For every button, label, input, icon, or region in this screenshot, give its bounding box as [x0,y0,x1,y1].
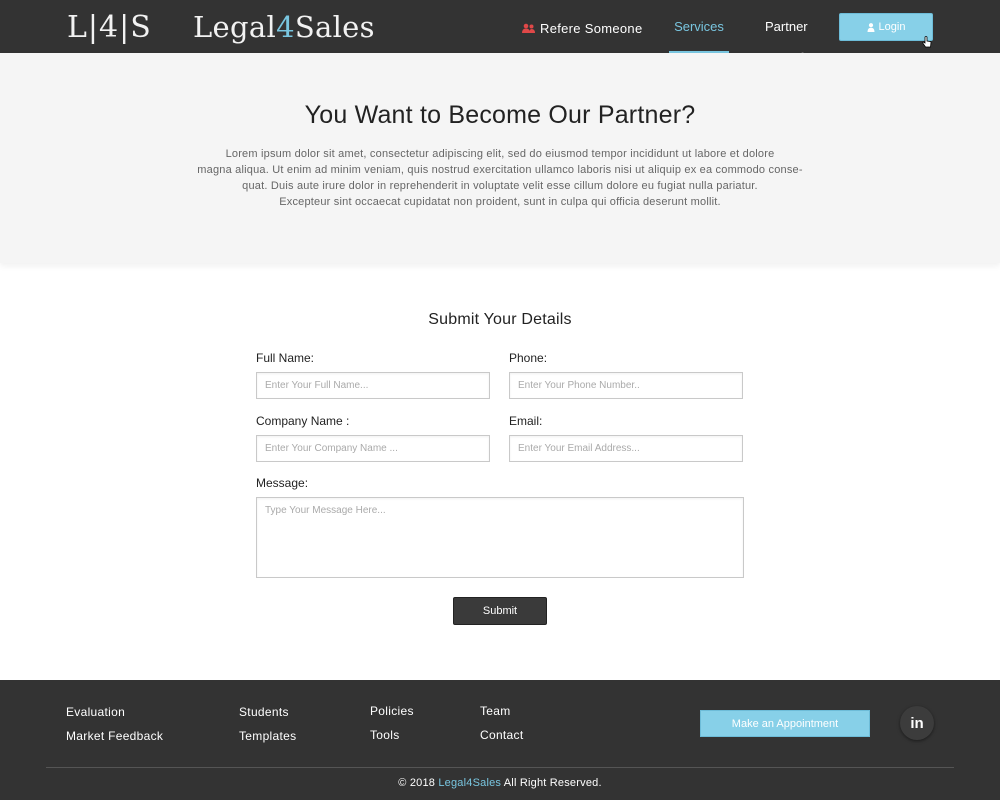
nav-refer-someone[interactable]: Refere Someone [522,19,642,37]
logo-text-prefix: Legal [193,10,277,44]
footer-link-market-feedback[interactable]: Market Feedback [66,729,163,743]
copyright-suffix: All Right Reserved. [501,777,602,789]
copyright-prefix: © 2018 [398,777,439,789]
email-label: Email: [509,414,543,428]
hero-description-line: magna aliqua. Ut enim ad minim veniam, q… [197,164,803,176]
full-name-label: Full Name: [256,351,315,365]
hero-description: Lorem ipsum dolor sit amet, consectetur … [196,146,804,210]
hand-cursor-icon [922,36,932,48]
make-appointment-button[interactable]: Make an Appointment [700,710,870,737]
form-title: Submit Your Details [428,311,572,328]
footer-link-contact[interactable]: Contact [480,728,523,742]
company-name-label: Company Name : [256,414,350,428]
message-label: Message: [256,476,309,490]
message-textarea[interactable] [256,497,744,578]
phone-label: Phone: [509,351,548,365]
hero-description-line: Lorem ipsum dolor sit amet, consectetur … [225,148,775,160]
copyright-brand-link[interactable]: Legal4Sales [438,777,501,789]
footer-link-tools[interactable]: Tools [370,728,400,742]
logo-text-accent: 4 [276,10,295,44]
footer-link-policies[interactable]: Policies [370,704,414,718]
phone-input[interactable] [509,372,743,399]
footer: Evaluation Market Feedback Students Temp… [0,680,1000,800]
nav-services[interactable]: Services [669,0,729,53]
footer-link-templates[interactable]: Templates [239,729,296,743]
top-navbar: L|4|S Legal4Sales Refere Someone Service… [0,0,1000,53]
footer-link-students[interactable]: Students [239,705,289,719]
footer-divider [46,767,954,768]
company-name-input[interactable] [256,435,490,462]
hero-description-line: quat. Duis aute irure dolor in reprehend… [242,180,758,192]
login-label: Login [878,21,906,33]
nav-partner[interactable]: Partner [765,19,808,34]
login-button[interactable]: Login [839,13,933,41]
hero-title: You Want to Become Our Partner? [304,101,696,129]
logo-wordmark[interactable]: Legal4Sales [193,10,375,44]
logo-text-suffix: Sales [294,10,375,44]
footer-link-evaluation[interactable]: Evaluation [66,705,125,719]
linkedin-icon[interactable]: in [900,706,934,740]
logo-mark[interactable]: L|4|S [67,10,152,45]
user-icon [867,22,875,32]
hero-section: You Want to Become Our Partner? Lorem ip… [0,53,1000,263]
submit-button[interactable]: Submit [453,597,547,625]
hero-description-line: Excepteur sint occaecat cupidatat non pr… [279,196,721,208]
copyright-text: © 2018 Legal4Sales All Right Reserved. [0,777,1000,789]
nav-services-label: Services [674,19,724,34]
full-name-input[interactable] [256,372,490,399]
users-icon [522,23,535,33]
email-input[interactable] [509,435,743,462]
nav-refer-label: Refere Someone [540,20,643,36]
footer-link-team[interactable]: Team [480,704,511,718]
